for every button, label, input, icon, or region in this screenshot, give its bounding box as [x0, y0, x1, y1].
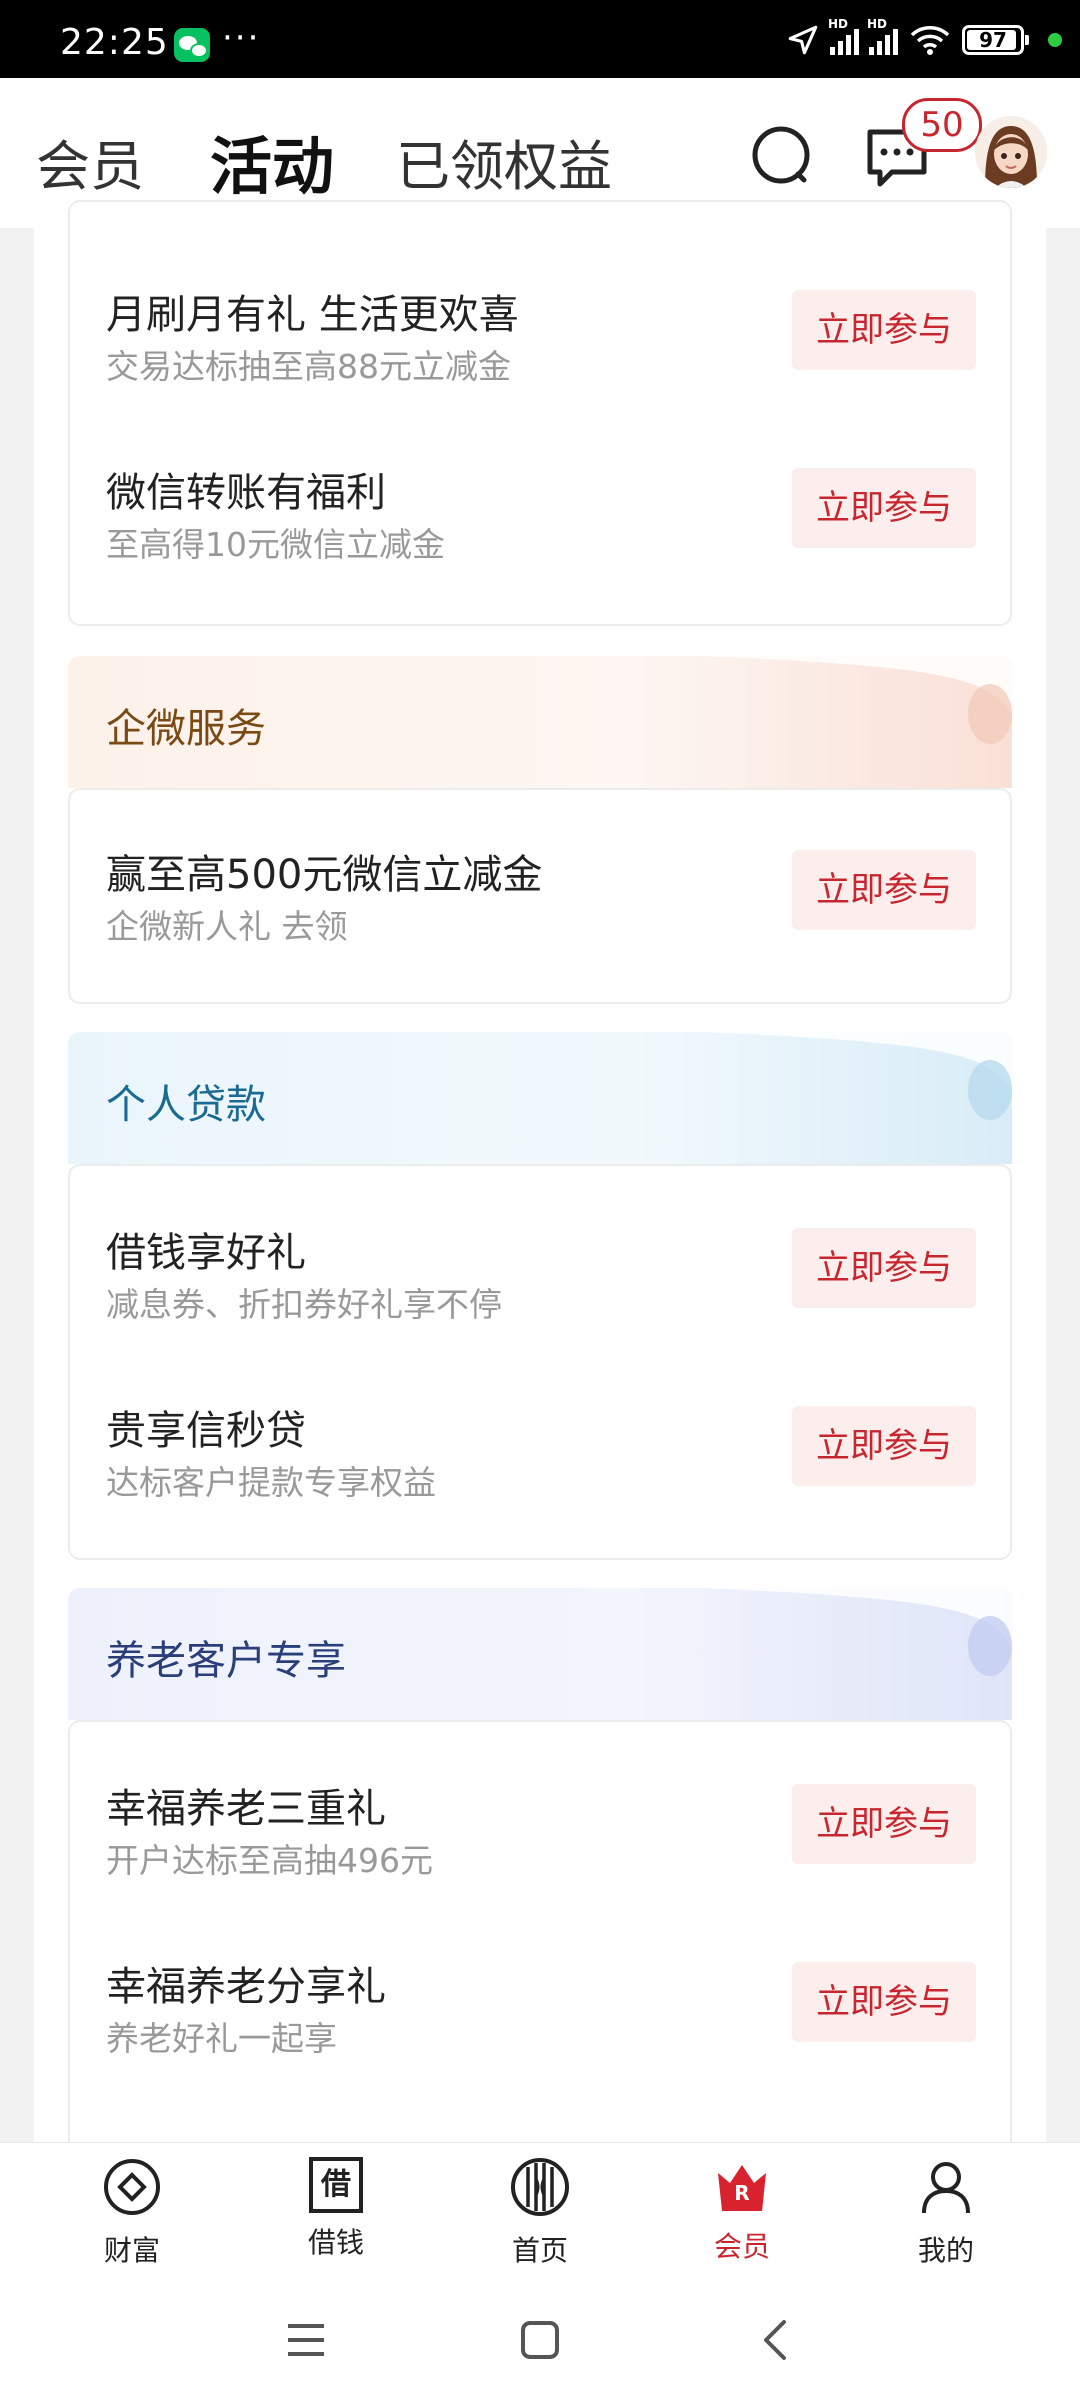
more-notifications-icon: ···	[222, 18, 261, 58]
nav-label: 会员	[713, 2230, 770, 2263]
back-icon[interactable]	[760, 2318, 790, 2362]
join-now-button[interactable]: 立即参与	[792, 1228, 976, 1308]
activity-card-top: 月刷月有礼 生活更欢喜 交易达标抽至高88元立减金 立即参与 微信转账有福利 至…	[68, 200, 1012, 626]
item-title: 月刷月有礼 生活更欢喜	[106, 292, 519, 338]
location-icon	[788, 25, 818, 55]
nav-borrow[interactable]: 借 借钱	[266, 2157, 406, 2261]
wifi-icon	[910, 26, 950, 55]
item-title: 微信转账有福利	[106, 470, 386, 516]
tab-activity[interactable]: 活动	[210, 116, 334, 206]
nav-home[interactable]: 首页	[470, 2157, 610, 2269]
member-crown-icon: R	[712, 2157, 772, 2217]
item-subtitle: 企微新人礼 去领	[106, 907, 348, 946]
page-curl-decoration	[702, 656, 1012, 744]
battery-icon: 97	[962, 25, 1029, 55]
item-title: 贵享信秒贷	[106, 1408, 306, 1454]
status-indicators: HD HD 97	[786, 17, 1062, 62]
page-curl-decoration	[702, 1032, 1012, 1120]
nav-member[interactable]: R 会员	[672, 2157, 812, 2265]
join-now-button[interactable]: 立即参与	[792, 1406, 976, 1486]
item-title: 幸福养老分享礼	[106, 1964, 386, 2010]
status-time: 22:25	[60, 22, 169, 63]
signal-1-icon: HD	[828, 17, 859, 55]
activity-card-enterprise: 赢至高500元微信立减金 企微新人礼 去领 立即参与	[68, 788, 1012, 1004]
section-header-enterprise: 企微服务	[68, 656, 1012, 788]
section-title: 个人贷款	[106, 1082, 266, 1128]
nav-label: 财富	[103, 2234, 160, 2267]
tab-claimed-benefits[interactable]: 已领权益	[396, 122, 612, 201]
tab-member[interactable]: 会员	[36, 122, 144, 201]
section-title: 养老客户专享	[106, 1638, 346, 1684]
item-subtitle: 减息券、折扣券好礼享不停	[106, 1285, 502, 1324]
home-button-icon[interactable]	[520, 2320, 560, 2360]
avatar[interactable]	[975, 116, 1047, 188]
join-now-button[interactable]: 立即参与	[792, 468, 976, 548]
nav-label: 首页	[511, 2234, 568, 2267]
avatar-image	[975, 116, 1047, 188]
join-now-button[interactable]: 立即参与	[792, 1784, 976, 1864]
item-subtitle: 交易达标抽至高88元立减金	[106, 347, 511, 386]
borrow-icon: 借	[309, 2157, 363, 2213]
signal-2-icon: HD	[867, 17, 898, 55]
wealth-icon	[104, 2159, 160, 2215]
status-bar: 22:25 ··· HD HD 97	[0, 0, 1080, 78]
item-title: 借钱享好礼	[106, 1230, 306, 1276]
item-subtitle: 养老好礼一起享	[106, 2019, 337, 2058]
privacy-indicator-icon	[1048, 33, 1062, 47]
message-count-badge: 50	[902, 98, 982, 152]
nav-label: 我的	[917, 2234, 974, 2267]
nav-mine[interactable]: 我的	[876, 2157, 1016, 2269]
join-now-button[interactable]: 立即参与	[792, 290, 976, 370]
section-header-personal-loan: 个人贷款	[68, 1032, 1012, 1164]
section-header-pension: 养老客户专享	[68, 1588, 1012, 1720]
item-subtitle: 至高得10元微信立减金	[106, 525, 445, 564]
profile-icon	[922, 2162, 970, 2214]
wechat-icon	[174, 28, 210, 62]
join-now-button[interactable]: 立即参与	[792, 850, 976, 930]
item-subtitle: 开户达标至高抽496元	[106, 1841, 433, 1880]
home-icon	[511, 2158, 569, 2216]
item-title: 赢至高500元微信立减金	[106, 852, 543, 898]
nav-label: 借钱	[307, 2226, 364, 2259]
item-title: 幸福养老三重礼	[106, 1786, 386, 1832]
activity-card-pension: 幸福养老三重礼 开户达标至高抽496元 立即参与 幸福养老分享礼 养老好礼一起享…	[68, 1720, 1012, 2180]
join-now-button[interactable]: 立即参与	[792, 1962, 976, 2042]
page-curl-decoration	[702, 1588, 1012, 1676]
recents-icon[interactable]	[286, 2322, 326, 2358]
activity-card-loan: 借钱享好礼 减息券、折扣券好礼享不停 立即参与 贵享信秒贷 达标客户提款专享权益…	[68, 1164, 1012, 1560]
bottom-navigation: 财富 借 借钱 首页 R 会员 我的	[0, 2142, 1080, 2283]
nav-wealth[interactable]: 财富	[62, 2157, 202, 2269]
section-title: 企微服务	[106, 706, 266, 752]
system-navigation-bar	[0, 2282, 1080, 2400]
item-subtitle: 达标客户提款专享权益	[106, 1463, 436, 1502]
search-icon[interactable]	[750, 124, 812, 186]
